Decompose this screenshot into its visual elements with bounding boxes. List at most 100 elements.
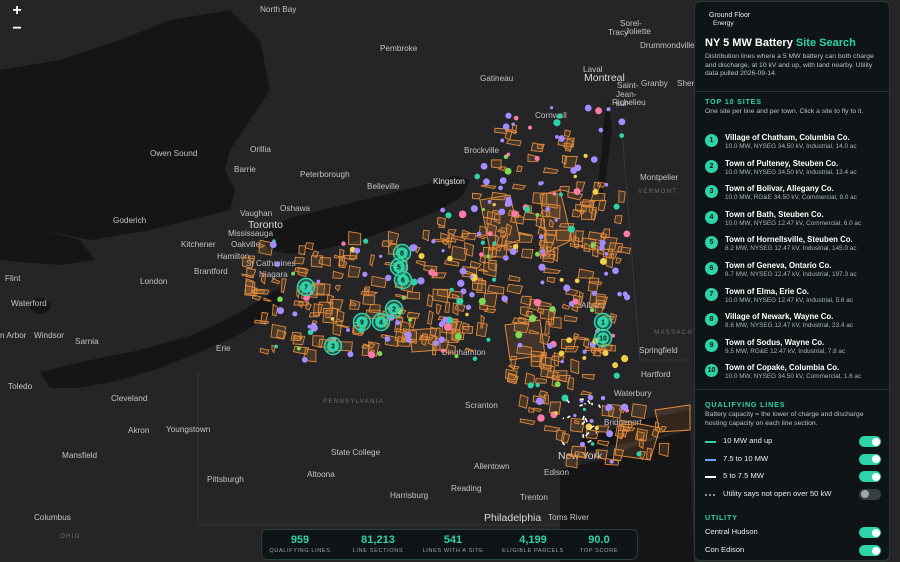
top-site-item[interactable]: 2 Town of Pulteney, Steuben Co. 10.0 MW, N… (705, 157, 887, 181)
utility-toggle[interactable] (859, 527, 881, 538)
site-name: Village of Chatham, Columbia Co. (725, 133, 850, 142)
site-dot (620, 403, 629, 411)
site-marker[interactable]: 8 (392, 243, 412, 263)
site-marker[interactable]: 4 (371, 312, 391, 332)
site-dot (478, 297, 486, 305)
top-site-item[interactable]: 1 Village of Chatham, Columbia Co. 10.0 MW… (705, 131, 887, 155)
site-dot (612, 267, 619, 275)
site-dot (456, 297, 464, 305)
site-dot (560, 359, 564, 364)
top-site-item[interactable]: 7 Town of Elma, Erie Co. 10.0 MW, NYSEG 12… (705, 285, 887, 309)
site-dot (567, 225, 575, 233)
site-dot (498, 208, 506, 216)
site-dot (417, 277, 425, 285)
line-filter-row: 10 MW and up (705, 436, 881, 448)
map-place-label: Hartford (641, 370, 671, 379)
map-place-label: Vaughan (240, 209, 273, 218)
site-dot (623, 230, 631, 238)
top-site-item[interactable]: 6 Town of Geneva, Ontario Co. 8.7 MW, NYSE… (705, 259, 887, 283)
top-site-item[interactable]: 4 Town of Bath, Steuben Co. 10.0 MW, NYSEG… (705, 208, 887, 232)
top-site-item[interactable]: 10 Town of Copake, Columbia Co. 10.0 MW, N… (705, 361, 887, 385)
line-swatch (705, 493, 716, 496)
site-dot (589, 307, 595, 313)
utility-label: Con Edison (705, 545, 745, 554)
map-place-label: Waterbury (614, 389, 652, 398)
site-dot (291, 271, 296, 276)
site-marker[interactable]: 9 (352, 312, 372, 332)
site-dot (440, 207, 446, 213)
parcel-shape (293, 256, 305, 265)
site-dot (554, 218, 558, 222)
top-site-item[interactable]: 3 Town of Bolivar, Allegany Co. 10.0 MW, R… (705, 182, 887, 206)
site-dot (454, 333, 462, 340)
map-place-label: Joliette (625, 27, 651, 36)
site-marker[interactable]: 10 (593, 328, 613, 348)
site-marker-number: 10 (599, 336, 607, 343)
map-place-label: Gatineau (480, 74, 514, 83)
site-rank-badge: 9 (705, 338, 718, 352)
site-dot (527, 382, 534, 389)
site-dot (504, 199, 513, 207)
line-filter-toggle[interactable] (859, 436, 881, 447)
site-marker-number: 1 (601, 320, 605, 327)
site-dot (276, 307, 284, 315)
site-marker[interactable]: 6 (393, 270, 413, 290)
line-filter-row: Utility says not open over 50 kW (705, 488, 881, 501)
map-place-label: Granby (641, 79, 669, 88)
stat-value: 541 (443, 534, 463, 546)
site-dot (474, 173, 481, 180)
site-dot (559, 277, 564, 282)
site-detail: 9.5 MW, RG&E 12.47 kV, Industrial, 7.8 a… (725, 347, 846, 355)
map-place-label: Pittsburgh (207, 475, 244, 484)
stat-item: 541 LINES WITH A SITE (415, 534, 491, 554)
site-dot (554, 135, 559, 139)
top-site-item[interactable]: 9 Town of Sodus, Wayne Co. 9.5 MW, RG&E 12… (705, 336, 887, 360)
site-dot (517, 342, 523, 348)
site-name: Town of Elma, Erie Co. (725, 286, 809, 296)
line-filter-toggle[interactable] (859, 488, 881, 500)
zoom-in-button[interactable]: + (6, 2, 28, 20)
line-filter-toggle[interactable] (859, 471, 881, 482)
top-site-item[interactable]: 5 Town of Hornellsville, Steuben Co. 8.2 M… (705, 233, 887, 257)
map-place-label: Mansfield (62, 451, 97, 460)
map-place-label: Akron (128, 426, 150, 435)
map-place-label: Altoona (307, 470, 335, 479)
zoom-out-button[interactable]: − (6, 20, 28, 38)
map-place-label: Oakville (231, 240, 261, 249)
site-name: Town of Copake, Columbia Co. (725, 363, 840, 373)
parcel-shape (521, 248, 534, 259)
stat-label: TOP SCORE (579, 548, 619, 554)
line-filter-row: 7.5 to 10 MW (705, 453, 881, 466)
site-dot (465, 312, 469, 317)
site-name: Town of Bolivar, Allegany Co. (725, 184, 834, 194)
site-marker[interactable]: 7 (296, 277, 316, 297)
site-dot (330, 317, 335, 321)
top-site-item[interactable]: 8 Village of Newark, Wayne Co. 8.6 MW, NYS… (705, 310, 887, 334)
site-dot (486, 254, 491, 259)
site-marker[interactable]: 3 (323, 336, 343, 356)
stat-item: 4,199 ELIGIBLE PARCELS (498, 534, 568, 554)
map-place-label: Richelieu (612, 98, 646, 107)
site-dot (592, 188, 599, 195)
line-filter-toggle[interactable] (859, 453, 881, 465)
stats-bar: 959 QUALIFYING LINES 81,213 LINE SECTIONS 54… (261, 529, 638, 560)
map-place-label: PENNSYLVANIA (323, 398, 384, 405)
map-place-label: Pembroke (380, 44, 418, 53)
utility-toggle[interactable] (859, 545, 881, 556)
site-marker-number: 9 (360, 320, 364, 327)
site-dot (590, 156, 598, 163)
site-rank-badge: 8 (705, 313, 718, 327)
qualifying-line (584, 402, 587, 405)
site-dot (579, 441, 586, 447)
site-dot (549, 106, 554, 110)
site-dot (619, 133, 624, 138)
site-marker[interactable]: 1 (593, 312, 613, 332)
site-dot (363, 238, 369, 244)
site-dot (483, 178, 490, 186)
map-place-label: Columbus (34, 513, 71, 522)
stat-label: LINE SECTIONS (352, 548, 404, 554)
parcel-shape (561, 154, 568, 165)
site-rank-badge: 4 (705, 210, 718, 224)
site-marker-number: 4 (379, 320, 383, 327)
site-marker[interactable]: 2 (384, 299, 404, 319)
